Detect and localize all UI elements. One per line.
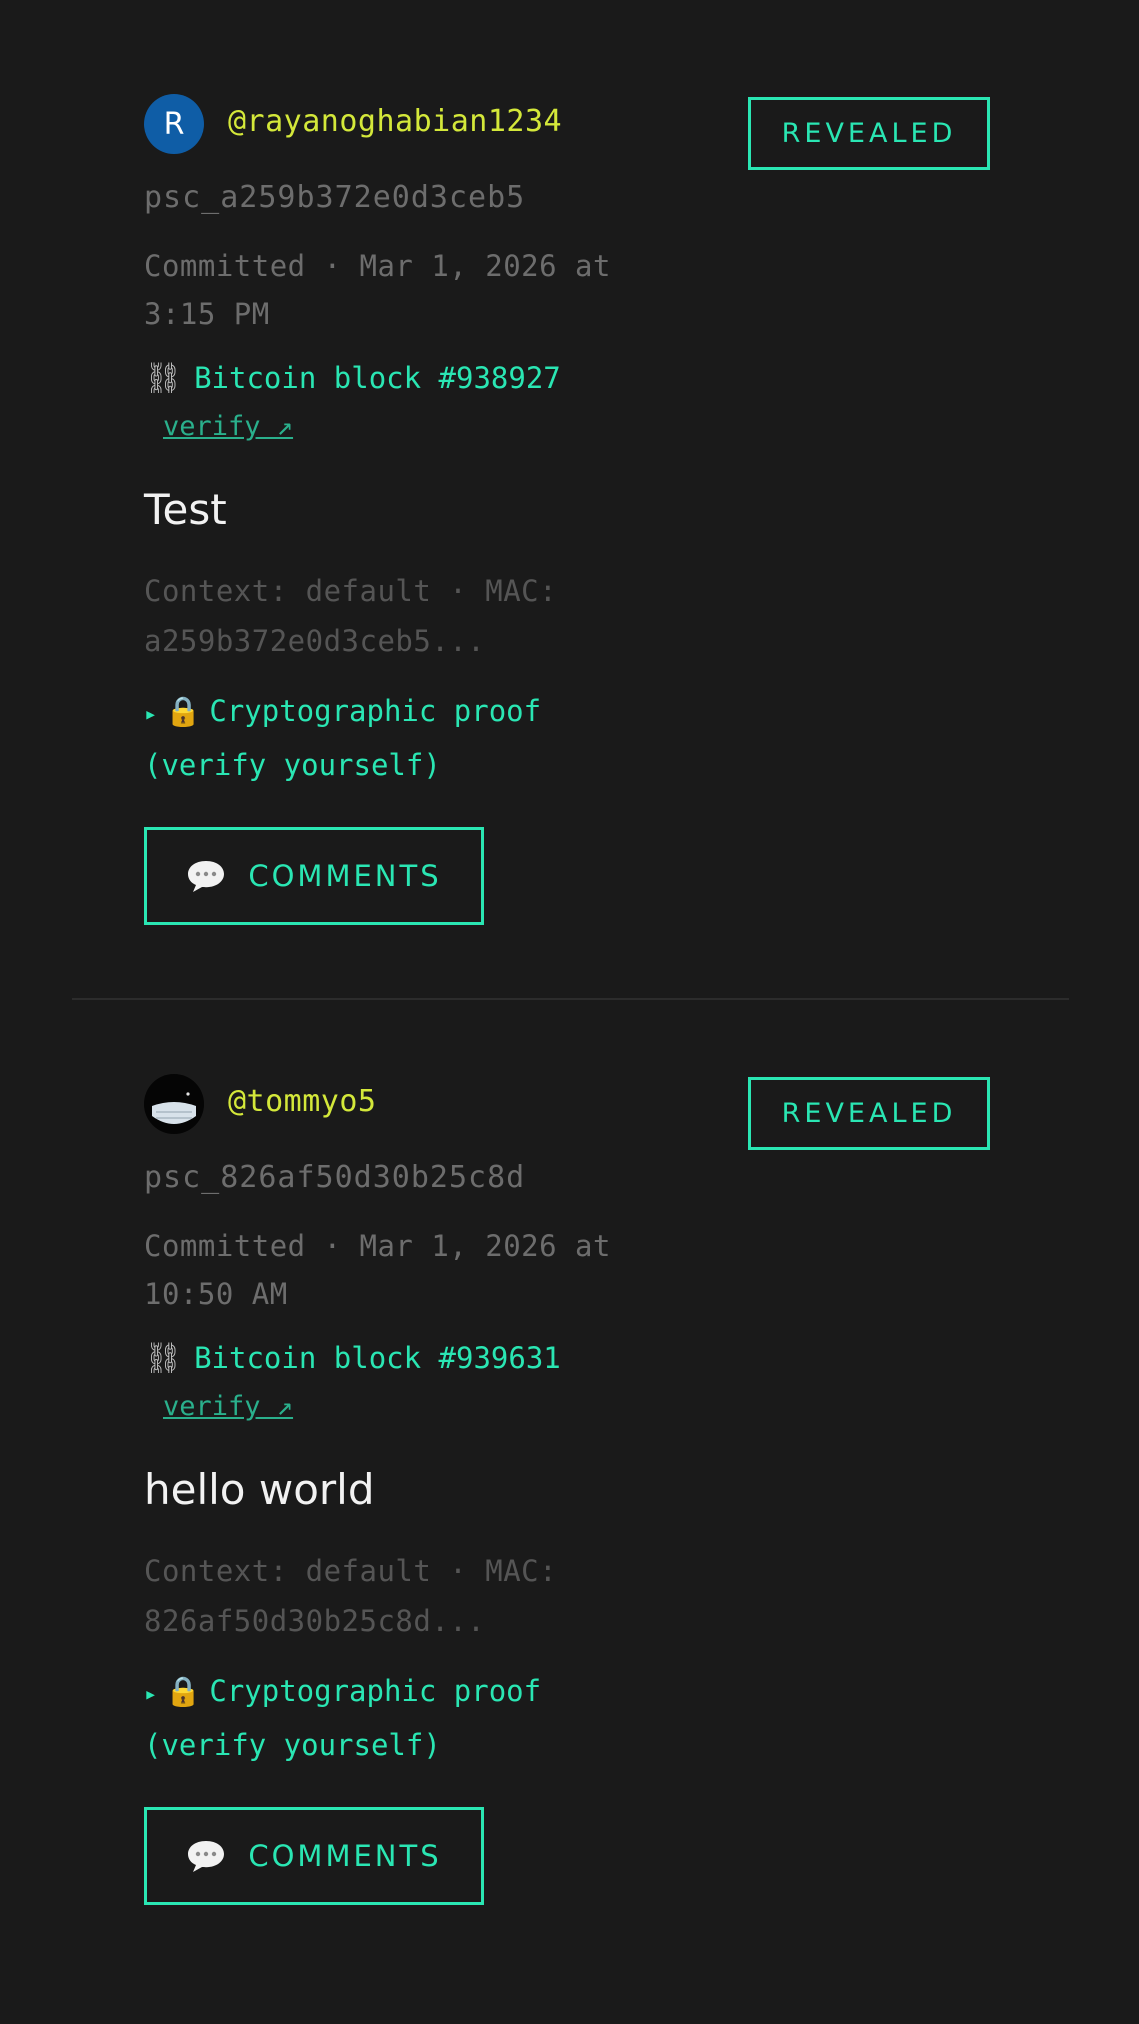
commit-timestamp: Committed · Mar 1, 2026 at 3:15 PM xyxy=(144,249,611,331)
post-divider xyxy=(72,998,1069,1000)
lock-icon: 🔒 xyxy=(165,694,202,728)
cryptographic-proof-toggle[interactable]: ▸ 🔒 Cryptographic proof (verify yourself) xyxy=(144,1666,664,1770)
post-content: hello world xyxy=(144,1465,375,1514)
verify-link[interactable]: verify ↗ xyxy=(163,1383,704,1431)
post-content: Test xyxy=(144,485,227,534)
chain-icon: ⛓ xyxy=(144,361,183,396)
speech-bubble-icon xyxy=(188,861,225,892)
proof-label: Cryptographic proof (verify yourself) xyxy=(144,694,542,782)
bitcoin-block-label: Bitcoin block #939631 xyxy=(194,1341,561,1375)
user-handle[interactable]: @tommyo5 xyxy=(228,1082,377,1122)
bitcoin-block-anchor: ⛓ Bitcoin block #938927 verify ↗ xyxy=(144,354,704,451)
lock-icon: 🔒 xyxy=(165,1674,202,1708)
avatar[interactable]: R xyxy=(144,94,204,154)
proof-label: Cryptographic proof (verify yourself) xyxy=(144,1674,542,1762)
user-handle[interactable]: @rayanoghabian1234 xyxy=(228,102,562,142)
chain-icon: ⛓ xyxy=(144,1341,183,1376)
comments-button[interactable]: COMMENTS xyxy=(144,1807,484,1905)
comments-label: COMMENTS xyxy=(248,859,442,893)
triangle-right-icon: ▸ xyxy=(144,702,158,727)
context-mac: Context: default · MAC: a259b372e0d3ceb5… xyxy=(144,574,558,658)
status-badge: REVEALED xyxy=(748,97,990,170)
comments-label: COMMENTS xyxy=(248,1839,442,1873)
verify-link[interactable]: verify ↗ xyxy=(163,403,704,451)
status-badge: REVEALED xyxy=(748,1077,990,1150)
bitcoin-block-label: Bitcoin block #938927 xyxy=(194,361,561,395)
commit-id: psc_a259b372e0d3ceb5 xyxy=(144,180,526,215)
cryptographic-proof-toggle[interactable]: ▸ 🔒 Cryptographic proof (verify yourself) xyxy=(144,686,664,790)
commit-timestamp: Committed · Mar 1, 2026 at 10:50 AM xyxy=(144,1229,611,1311)
speech-bubble-icon xyxy=(188,1841,225,1872)
commit-id: psc_826af50d30b25c8d xyxy=(144,1160,526,1195)
comments-button[interactable]: COMMENTS xyxy=(144,827,484,925)
avatar[interactable] xyxy=(144,1074,204,1134)
context-mac: Context: default · MAC: 826af50d30b25c8d… xyxy=(144,1554,558,1638)
bitcoin-block-anchor: ⛓ Bitcoin block #939631 verify ↗ xyxy=(144,1334,704,1431)
triangle-right-icon: ▸ xyxy=(144,1682,158,1707)
masked-face-avatar-icon xyxy=(144,1074,204,1134)
